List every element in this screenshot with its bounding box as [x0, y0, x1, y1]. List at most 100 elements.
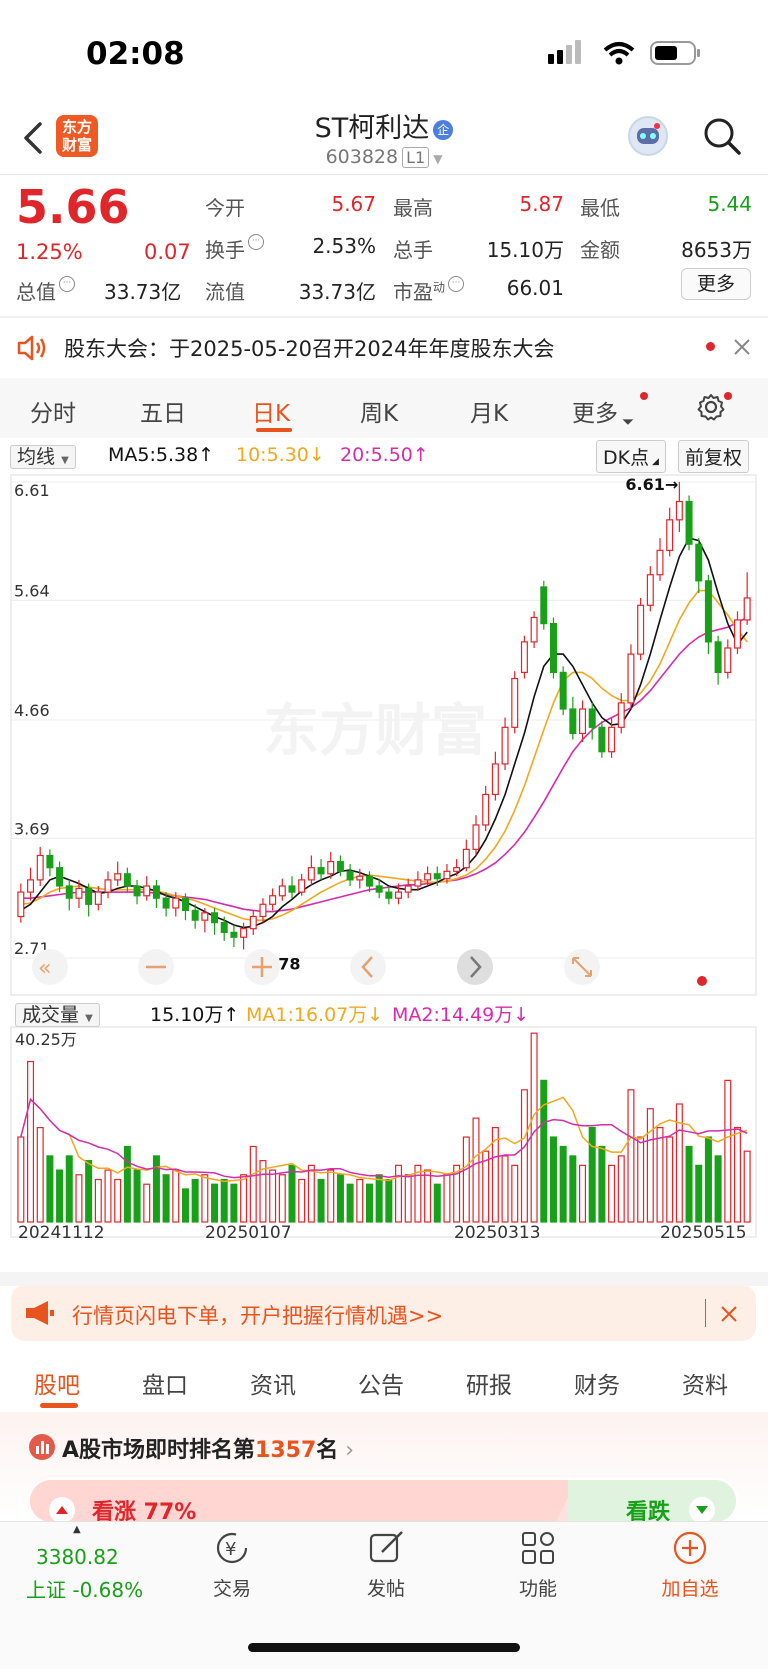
candle-body: [46, 854, 54, 869]
volume-bar: [375, 1174, 383, 1223]
volume-bar: [94, 1178, 102, 1223]
candle-body: [249, 915, 257, 930]
tab-finance[interactable]: 财务: [574, 1366, 620, 1400]
tab-research[interactable]: 研报: [466, 1366, 512, 1400]
divider: [0, 316, 768, 318]
ad-text[interactable]: 行情页闪电下单，开户把握行情机遇>>: [72, 1300, 443, 1330]
search-icon[interactable]: [702, 116, 742, 156]
chevron-down-icon: ▼: [433, 152, 443, 166]
tab-profile[interactable]: 资料: [682, 1366, 728, 1400]
candle-body: [162, 897, 170, 909]
ma-type-select[interactable]: 均线 ▼: [10, 442, 76, 469]
candle-body: [724, 647, 732, 674]
unread-dot: [706, 342, 715, 351]
volume-bar: [346, 1183, 354, 1223]
ranking-chart-icon: [29, 1434, 55, 1460]
tab-guba[interactable]: 股吧: [34, 1366, 80, 1400]
volume-bar: [298, 1178, 306, 1223]
volume-bar: [540, 1079, 548, 1223]
info-dots-icon[interactable]: ···: [448, 276, 465, 292]
robot-assistant-icon[interactable]: [628, 116, 668, 156]
add-watchlist-icon[interactable]: [672, 1530, 708, 1566]
info-dots-icon[interactable]: ···: [248, 234, 264, 250]
candle-body: [336, 860, 344, 872]
candle-body: [627, 653, 635, 704]
info-dots-icon[interactable]: ···: [59, 276, 75, 292]
settings-gear-icon[interactable]: [696, 392, 726, 422]
volume-bar: [36, 1126, 44, 1223]
kline-chart[interactable]: 东方财富 6.615.644.663.692.71 6.61→ ←2.78 « …: [0, 470, 768, 1240]
volume-bar: [666, 1136, 674, 1223]
tab-news[interactable]: 资讯: [250, 1366, 296, 1400]
notice-text[interactable]: 股东大会：于2025-05-20召开2024年年度股东大会: [64, 333, 554, 363]
date-tick-label: 20241112: [18, 1223, 105, 1240]
indicator-select[interactable]: 成交量 ▼: [15, 1000, 100, 1027]
volume-bar: [588, 1126, 596, 1223]
functions-grid-icon[interactable]: [520, 1530, 556, 1566]
volume-bar: [201, 1174, 209, 1223]
amount-value: 8653万: [681, 238, 752, 262]
candle-body: [133, 885, 141, 897]
volume-bar: [307, 1164, 315, 1223]
candle-body: [433, 873, 441, 880]
close-icon[interactable]: [733, 338, 751, 356]
candle-body: [152, 885, 160, 899]
tab-five-day[interactable]: 五日: [140, 394, 186, 428]
signal-dot: [697, 976, 707, 986]
volume-bar: [162, 1174, 170, 1223]
volume-bar: [123, 1145, 131, 1223]
volume-bar: [240, 1174, 248, 1223]
unread-dot: [724, 392, 732, 400]
trade-yen-icon[interactable]: ¥: [212, 1530, 252, 1566]
volume-bar: [704, 1136, 712, 1223]
volume-bar: [685, 1145, 693, 1223]
more-button[interactable]: 更多: [681, 268, 751, 300]
svg-text:¥: ¥: [225, 1539, 236, 1560]
float-cap-label: 流值: [205, 280, 245, 304]
tab-intraday[interactable]: 分时: [30, 394, 76, 428]
nav-functions[interactable]: 功能: [498, 1574, 578, 1601]
signal-icon: [548, 40, 581, 64]
stock-name: ST柯利达: [314, 113, 430, 144]
volume-bar: [365, 1183, 373, 1223]
nav-add-watchlist[interactable]: 加自选: [650, 1574, 730, 1601]
rank-text[interactable]: A股市场即时排名第1357名 ›: [62, 1432, 354, 1464]
current-price: 5.66: [16, 180, 130, 234]
candle-body: [327, 860, 335, 875]
tab-announcements[interactable]: 公告: [358, 1366, 404, 1400]
candle-body: [240, 928, 248, 938]
candle-body: [404, 885, 412, 893]
candle-body: [453, 867, 461, 872]
tab-pankou[interactable]: 盘口: [142, 1366, 188, 1400]
candle-body: [172, 897, 180, 909]
candle-body: [656, 549, 664, 576]
close-icon[interactable]: [720, 1305, 738, 1323]
tab-daily-k[interactable]: 日K: [252, 394, 290, 428]
volume-bar: [152, 1155, 160, 1223]
tab-weekly-k[interactable]: 周K: [360, 394, 398, 428]
active-tab-indicator: [256, 428, 292, 432]
open-value: 5.67: [331, 192, 376, 216]
index-value[interactable]: 3380.82: [36, 1545, 119, 1569]
dk-point-button[interactable]: DK点 ◢: [596, 440, 666, 473]
candle-body: [288, 885, 296, 893]
candle-body: [278, 885, 286, 897]
nav-post[interactable]: 发帖: [346, 1574, 426, 1601]
nav-trade[interactable]: 交易: [192, 1574, 272, 1601]
tab-monthly-k[interactable]: 月K: [470, 394, 508, 428]
status-time: 02:08: [86, 36, 185, 72]
index-name[interactable]: 上证 -0.68%: [26, 1574, 143, 1603]
candle-body: [104, 879, 112, 893]
candle-body: [569, 708, 577, 735]
active-tab-indicator: [40, 1403, 78, 1408]
volume-bar: [433, 1183, 441, 1223]
candle-body: [666, 519, 674, 551]
adjust-type-button[interactable]: 前复权: [678, 440, 750, 473]
compose-post-icon[interactable]: [368, 1530, 406, 1566]
volume-bar: [181, 1188, 189, 1223]
candle-body: [114, 873, 122, 881]
volume-bar: [56, 1169, 64, 1223]
volume-bar: [143, 1183, 151, 1223]
tab-more[interactable]: 更多: [572, 394, 618, 428]
volume-bar: [627, 1089, 635, 1223]
